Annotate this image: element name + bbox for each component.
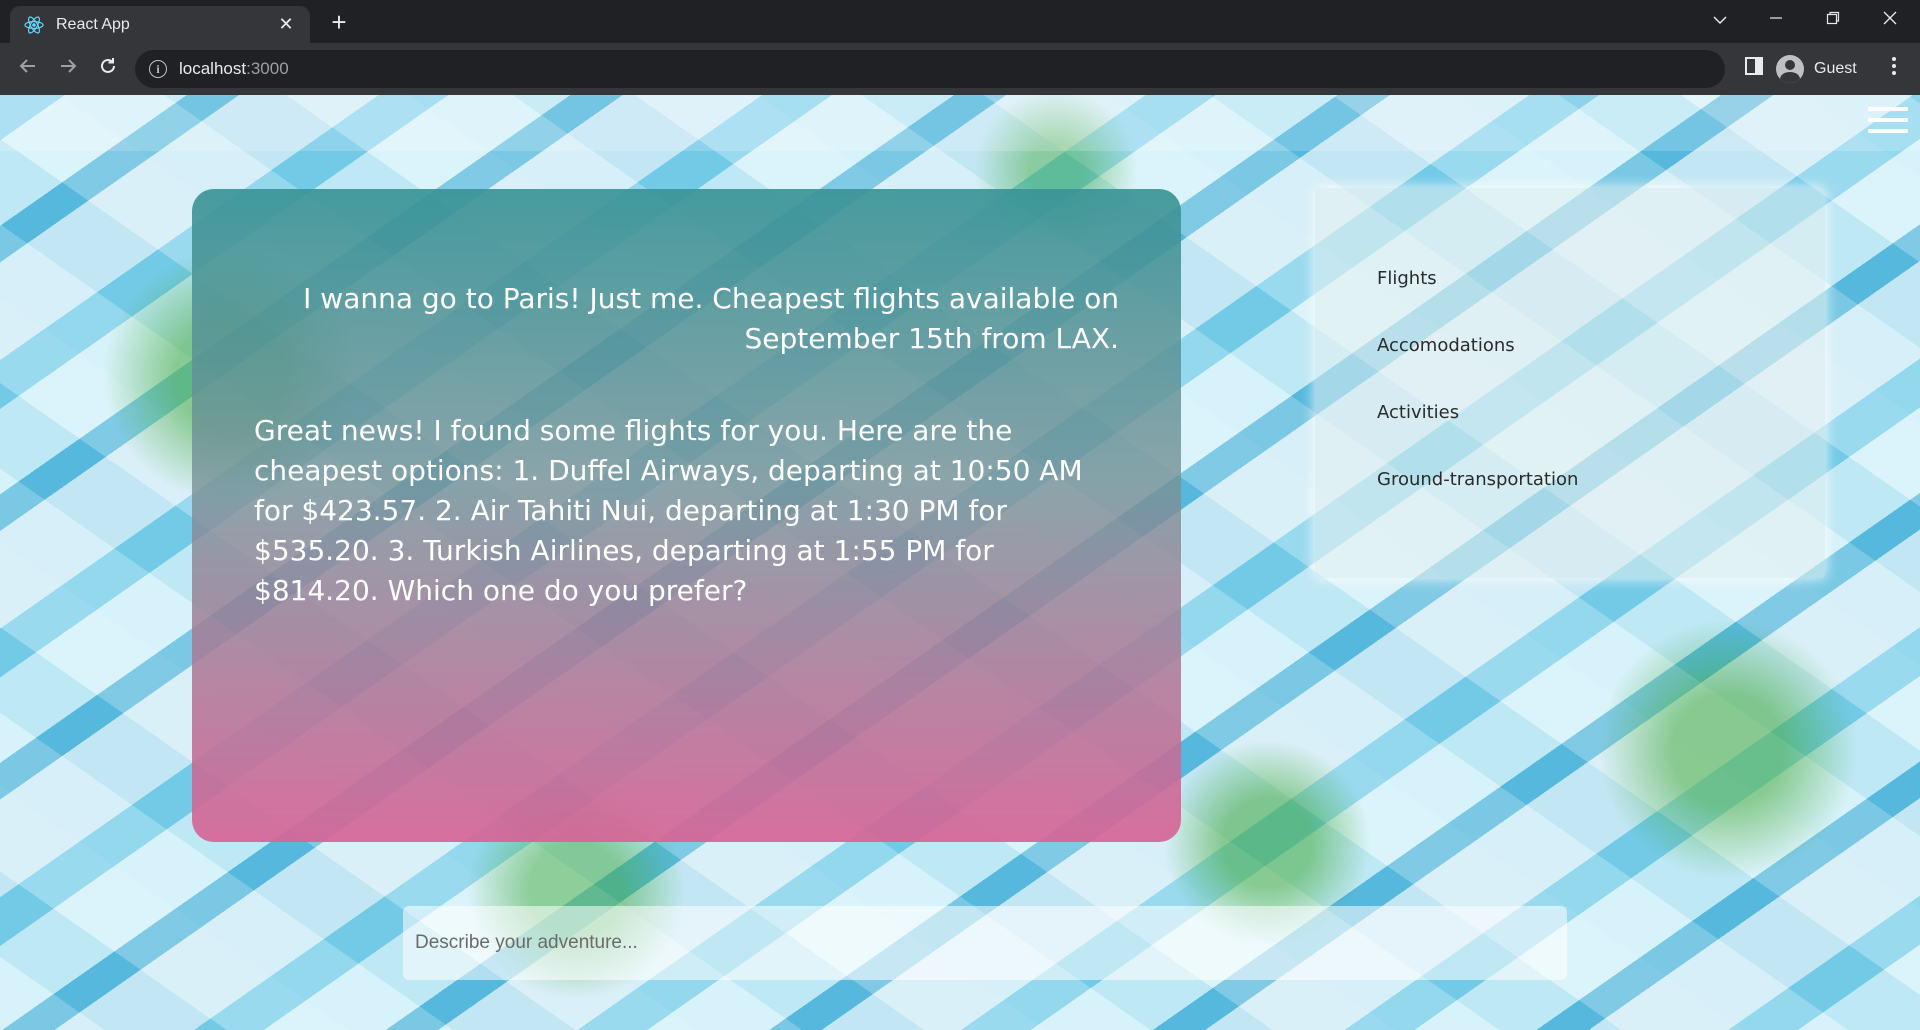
assistant-message: Great news! I found some flights for you… (254, 414, 1083, 607)
category-panel: Flights Accomodations Activities Ground-… (1315, 188, 1825, 578)
react-logo-icon (24, 15, 44, 35)
url-host: localhost (179, 59, 247, 78)
chevron-down-icon[interactable] (1700, 4, 1740, 36)
category-flights[interactable]: Flights (1377, 268, 1825, 335)
browser-tab-react-app[interactable]: React App ✕ (10, 6, 310, 43)
new-tab-button[interactable]: + (325, 8, 353, 36)
url-port: :3000 (246, 59, 289, 78)
hamburger-menu-icon[interactable] (1868, 107, 1908, 133)
tab-title: React App (56, 15, 130, 33)
reload-icon[interactable] (92, 53, 124, 85)
user-message: I wanna go to Paris! Just me. Cheapest f… (303, 282, 1119, 355)
profile-button[interactable]: Guest (1776, 51, 1857, 87)
arrow-right-icon[interactable] (52, 53, 84, 85)
profile-name: Guest (1814, 60, 1857, 77)
close-icon[interactable] (1870, 4, 1910, 36)
browser-tabstrip: React App ✕ + (0, 0, 1920, 43)
chat-panel: I wanna go to Paris! Just me. Cheapest f… (192, 189, 1181, 842)
arrow-left-icon[interactable] (12, 53, 44, 85)
minimize-icon[interactable] (1756, 4, 1796, 36)
category-ground-transportation[interactable]: Ground-transportation (1377, 469, 1825, 536)
side-panel-icon[interactable] (1745, 57, 1763, 75)
top-header-band (0, 95, 1920, 151)
page-viewport: I wanna go to Paris! Just me. Cheapest f… (0, 95, 1920, 1030)
avatar-icon (1776, 55, 1804, 83)
category-accomodations[interactable]: Accomodations (1377, 335, 1825, 402)
address-bar[interactable]: i localhost:3000 (135, 50, 1725, 88)
info-icon[interactable]: i (149, 60, 167, 78)
restore-icon[interactable] (1813, 4, 1853, 36)
browser-toolbar: i localhost:3000 Guest (0, 43, 1920, 95)
tab-close-icon[interactable]: ✕ (276, 14, 296, 35)
kebab-menu-icon[interactable] (1886, 55, 1902, 83)
category-activities[interactable]: Activities (1377, 402, 1825, 469)
adventure-prompt-input[interactable] (403, 906, 1567, 980)
